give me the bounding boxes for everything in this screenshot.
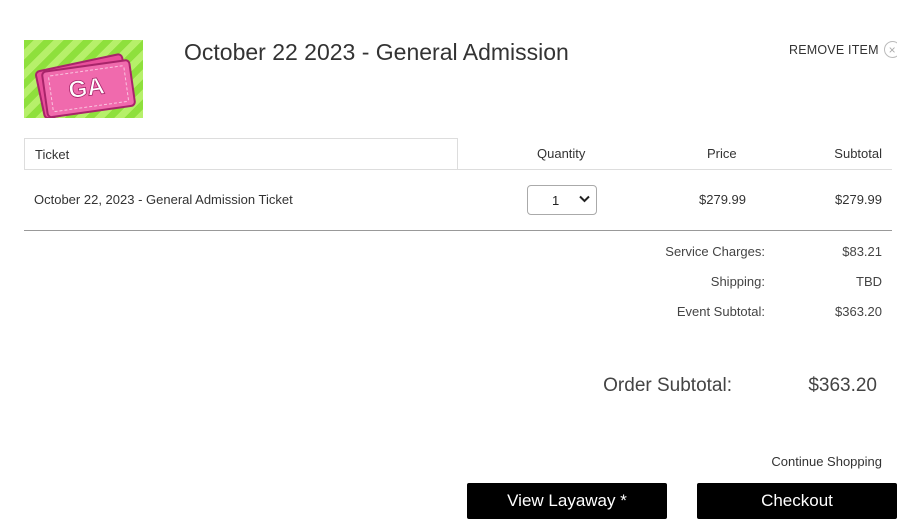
event-subtotal-label: Event Subtotal: (676, 304, 765, 319)
remove-item-button[interactable]: REMOVE ITEM × (789, 41, 897, 58)
ticket-thumbnail: GA (24, 40, 143, 118)
checkout-button[interactable]: Checkout (697, 483, 897, 519)
order-subtotal-label: Order Subtotal: (603, 375, 732, 396)
quantity-select[interactable]: 1 (527, 185, 597, 215)
chevron-down-icon (579, 195, 590, 203)
ticket-icon: GA (35, 53, 136, 118)
row-subtotal: $279.99 (835, 192, 882, 207)
shipping-value: TBD (856, 274, 882, 289)
event-title: October 22 2023 - General Admission (184, 39, 569, 65)
continue-shopping-link[interactable]: Continue Shopping (771, 454, 882, 469)
service-charges-label: Service Charges: (665, 244, 765, 259)
table-header: Ticket Quantity Price Subtotal (24, 138, 892, 170)
view-layaway-button[interactable]: View Layaway * (467, 483, 667, 519)
header-quantity: Quantity (537, 146, 586, 161)
header-subtotal: Subtotal (834, 146, 882, 161)
header-price: Price (707, 146, 737, 161)
table-row: October 22, 2023 - General Admission Tic… (24, 170, 892, 231)
row-price: $279.99 (699, 192, 746, 207)
header-ticket: Ticket (24, 138, 458, 169)
close-circle-icon: × (883, 41, 897, 58)
quantity-value: 1 (552, 193, 560, 208)
service-charges-value: $83.21 (842, 244, 882, 259)
order-subtotal-value: $363.20 (808, 375, 877, 396)
shipping-label: Shipping: (710, 274, 765, 289)
ticket-label: GA (67, 73, 106, 105)
remove-item-label: REMOVE ITEM (789, 42, 879, 57)
ticket-name: October 22, 2023 - General Admission Tic… (34, 192, 293, 207)
event-subtotal-value: $363.20 (835, 304, 882, 319)
